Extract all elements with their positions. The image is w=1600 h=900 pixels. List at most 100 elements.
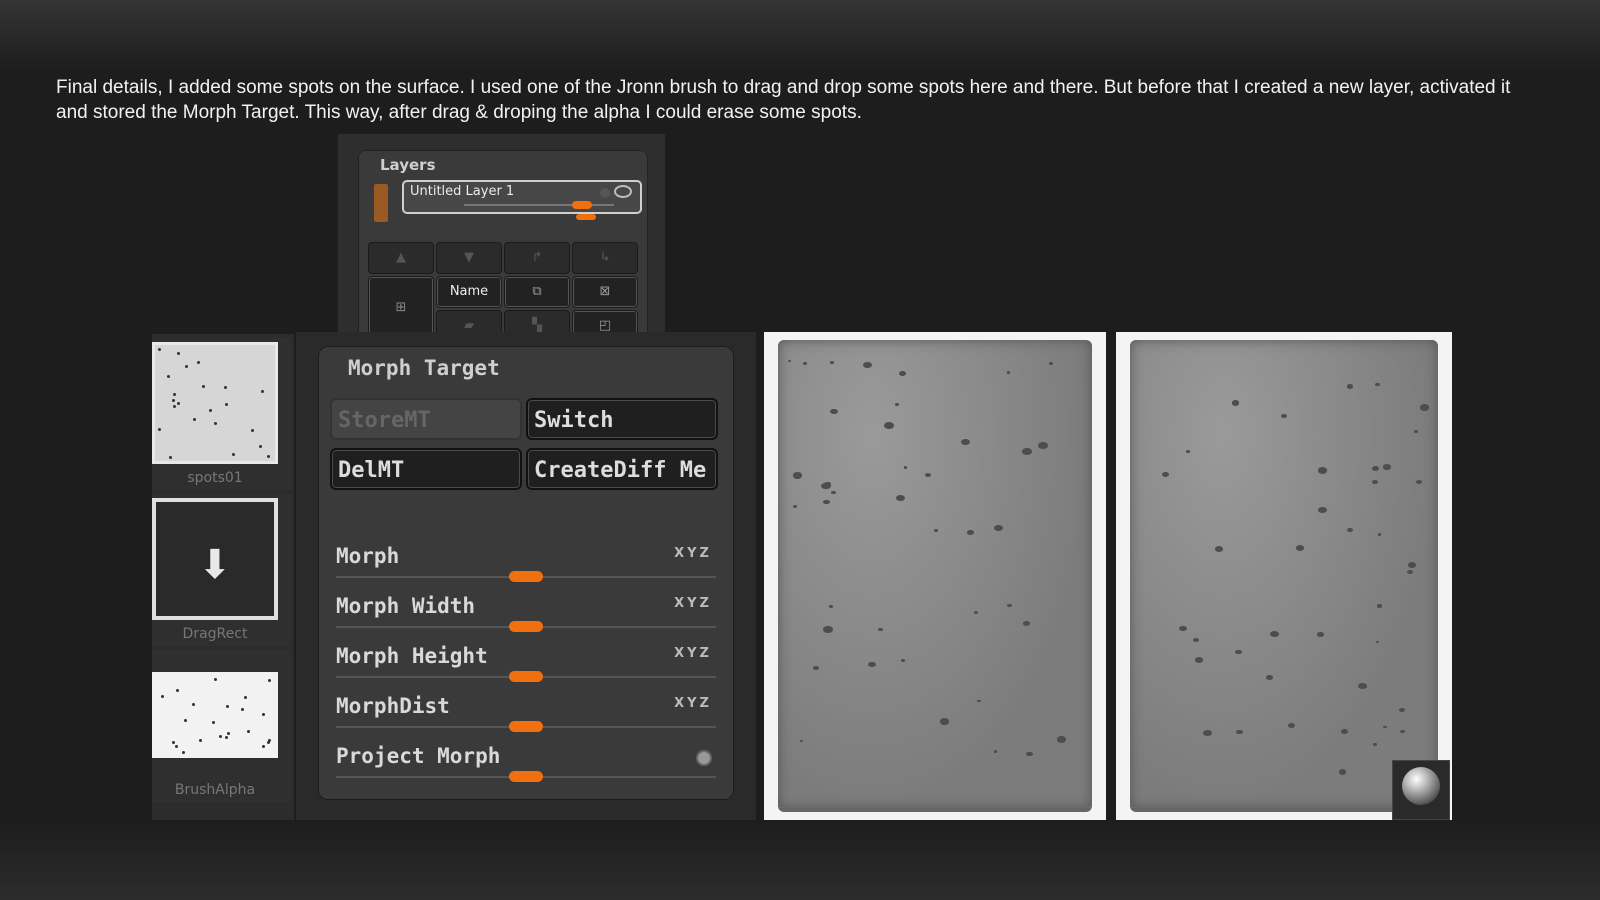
arrow-down-icon: ▼ <box>464 250 474 265</box>
surface-spot <box>823 499 830 505</box>
thumb-dragrect[interactable]: ⬇ DragRect <box>152 494 292 646</box>
alpha-spot <box>184 719 188 723</box>
morph-target-title[interactable]: Morph Target <box>348 356 500 380</box>
alpha-spot <box>219 734 223 738</box>
alpha-spot <box>202 384 206 388</box>
slider-label: Project Morph <box>336 744 501 768</box>
alpha-spot <box>267 738 271 742</box>
surface-spot <box>1022 620 1031 626</box>
surface-spot <box>977 699 981 703</box>
xyz-toggle[interactable]: XYZ <box>674 696 712 711</box>
arrow-up-icon: ▲ <box>396 250 406 265</box>
alpha-spot <box>247 730 251 734</box>
delete-icon: ⊠ <box>599 284 611 299</box>
surface-spot <box>884 421 895 429</box>
alpha-spot <box>267 678 271 682</box>
surface-spot <box>792 504 797 508</box>
surface-spot <box>830 490 836 495</box>
slider-row[interactable]: MorphDist XYZ <box>336 694 716 742</box>
creatediff-mesh-button[interactable]: CreateDiff Me <box>526 448 718 490</box>
layer-record-toggle[interactable] <box>600 188 610 198</box>
xyz-toggle[interactable]: XYZ <box>674 646 712 661</box>
surface-spot <box>1162 471 1170 477</box>
redo-icon: ↱ <box>531 250 543 265</box>
surface-spot <box>1056 736 1066 743</box>
layers-subpalette: Layers Untitled Layer 1 ▲ ▼ ↱ ↳ ⊞ Name ⧉… <box>358 150 648 342</box>
surface-spot <box>1007 604 1012 608</box>
delete-layer-button[interactable]: ⊠ <box>572 276 638 308</box>
surface-spot <box>1235 649 1242 655</box>
surface-spot <box>1280 413 1288 419</box>
slider-row[interactable]: Morph Height XYZ <box>336 644 716 692</box>
surface-spot <box>1195 657 1204 663</box>
layer-scroll-handle[interactable] <box>576 214 596 220</box>
alpha-spot <box>198 738 202 742</box>
xyz-toggle[interactable]: XYZ <box>674 596 712 611</box>
alpha-spot <box>244 696 248 700</box>
eye-icon[interactable] <box>614 185 632 198</box>
switch-button[interactable]: Switch <box>526 398 718 440</box>
surface-spot <box>1295 545 1305 551</box>
surface-spot <box>1408 561 1417 568</box>
surface-spot <box>1413 429 1418 433</box>
delmt-button[interactable]: DelMT <box>330 448 522 490</box>
surface-spot <box>812 665 819 671</box>
alpha-spot <box>258 445 262 449</box>
matcap-selector[interactable] <box>1392 760 1450 820</box>
surface-spot <box>1419 404 1430 412</box>
duplicate-button[interactable]: ⧉ <box>504 276 570 308</box>
thumb-spots01[interactable]: spots01 <box>152 338 292 490</box>
surface-spot <box>803 361 808 365</box>
alpha-spot <box>166 375 170 379</box>
surface-spot <box>1185 449 1190 453</box>
spots-alpha-preview <box>152 342 278 464</box>
thumb-label: DragRect <box>182 626 248 642</box>
surface-spot <box>973 610 978 614</box>
layer-intensity-slider[interactable] <box>572 201 592 209</box>
layer-row[interactable]: Untitled Layer 1 <box>402 180 642 214</box>
new-layer-button[interactable]: ⊞ <box>368 276 434 340</box>
surface-spot <box>924 472 931 477</box>
alpha-spot <box>176 688 180 692</box>
alpha-spot <box>173 405 177 409</box>
move-down-button[interactable]: ▼ <box>436 242 502 274</box>
alpha-spot <box>223 385 227 389</box>
move-up-button[interactable]: ▲ <box>368 242 434 274</box>
slider-thumb[interactable] <box>509 771 543 782</box>
forward-button[interactable]: ↳ <box>572 242 638 274</box>
slider-thumb[interactable] <box>509 571 543 582</box>
alpha-spot <box>260 390 264 394</box>
alpha-spot <box>267 454 271 458</box>
alpha-spot <box>171 398 175 402</box>
xyz-toggle[interactable]: XYZ <box>674 546 712 561</box>
alpha-spot <box>177 402 181 406</box>
surface-spot <box>1341 728 1349 734</box>
slider-row[interactable]: Morph XYZ <box>336 544 716 592</box>
alpha-spot <box>226 732 230 736</box>
storemt-button[interactable]: StoreMT <box>330 398 522 440</box>
matcap-icon <box>1402 767 1440 805</box>
surface-spot <box>1038 442 1048 450</box>
name-button[interactable]: Name <box>436 276 502 308</box>
slider-thumb[interactable] <box>509 621 543 632</box>
morph-target-subpalette: Morph Target StoreMT Switch DelMT Create… <box>318 346 734 800</box>
redo-button[interactable]: ↱ <box>504 242 570 274</box>
surface-spot <box>994 524 1003 531</box>
duplicate-icon: ⧉ <box>532 284 542 299</box>
slider-row[interactable]: Morph Width XYZ <box>336 594 716 642</box>
layers-panel: Layers Untitled Layer 1 ▲ ▼ ↱ ↳ ⊞ Name ⧉… <box>338 134 665 342</box>
slider-thumb[interactable] <box>509 671 543 682</box>
slider-row[interactable]: Project Morph <box>336 744 716 792</box>
brush-thumbnail-column: spots01 ⬇ DragRect BrushAlpha <box>152 334 294 820</box>
alpha-spot <box>211 721 215 725</box>
merge-icon: ▰ <box>464 318 474 333</box>
alpha-spot <box>158 348 161 351</box>
thumb-brushalpha[interactable]: BrushAlpha <box>152 650 292 802</box>
surface-spot <box>823 626 833 633</box>
copy-icon: ◰ <box>598 318 612 333</box>
project-morph-toggle[interactable] <box>698 752 710 764</box>
alpha-spot <box>225 704 229 708</box>
slider-thumb[interactable] <box>509 721 543 732</box>
layers-title[interactable]: Layers <box>380 156 436 174</box>
surface-spot <box>821 482 831 490</box>
